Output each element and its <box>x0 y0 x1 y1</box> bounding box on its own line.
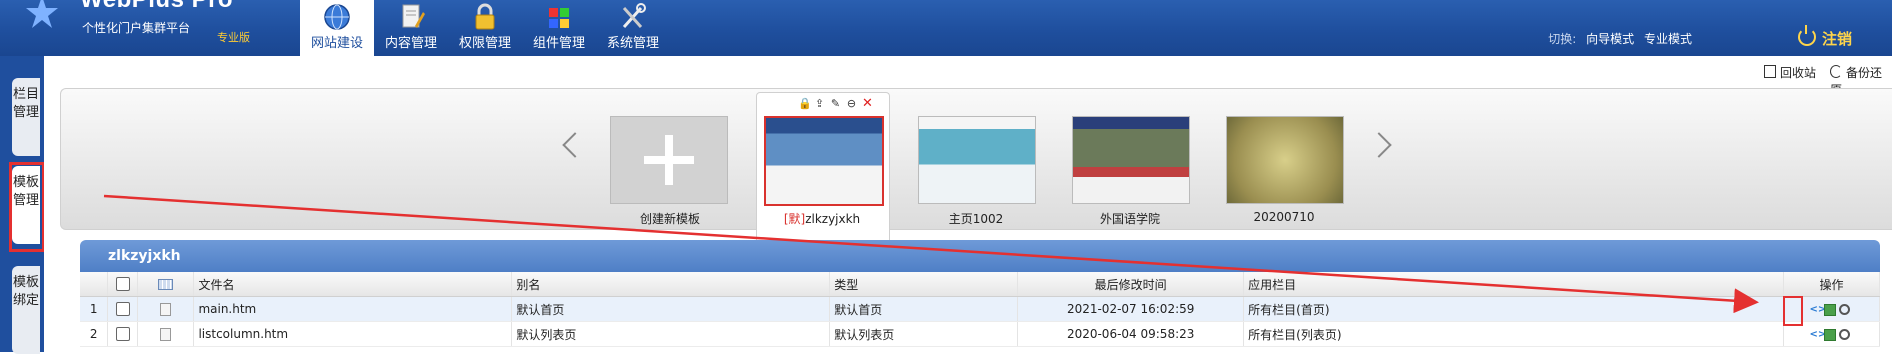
file-panel-header: zlkzyjxkh <box>80 240 1880 272</box>
template-name: zlkzyjxkh <box>805 212 861 226</box>
nav-label: 组件管理 <box>532 36 585 51</box>
search-icon[interactable] <box>1839 329 1851 340</box>
search-icon[interactable] <box>1839 304 1851 315</box>
recycle-bin-button[interactable]: 回收站 <box>1764 64 1816 81</box>
template-caption: 创建新模板 <box>639 212 700 226</box>
export-icon[interactable]: ⇪ <box>814 98 825 109</box>
table-row[interactable]: 2 listcolumn.htm 默认列表页 默认列表页 2020-06-04 … <box>80 321 1881 347</box>
disable-icon[interactable]: ⊖ <box>846 98 857 109</box>
app-header: WebPlus Pro 个性化门户集群平台 专业版 网站建设 内容管理 权限管理… <box>0 0 1892 56</box>
file-type: 默认首页 <box>829 296 1019 322</box>
template-thumbnail <box>764 116 884 206</box>
plus-icon <box>610 116 728 204</box>
applied-column: 所有栏目(首页) <box>1243 296 1784 322</box>
file-icon <box>137 296 195 322</box>
logo-icon <box>26 0 58 28</box>
trash-icon <box>1764 65 1776 78</box>
logout-label: 注销 <box>1821 30 1852 48</box>
template-actions: 🔒 ⇪ ✎ ⊖ ✕ <box>798 96 878 110</box>
column-header[interactable]: 文件名 <box>193 272 513 297</box>
close-icon[interactable]: ✕ <box>862 97 873 110</box>
column-header[interactable]: 应用栏目 <box>1243 272 1784 297</box>
template-tile[interactable] <box>918 116 1036 206</box>
create-template-tile[interactable] <box>610 116 728 206</box>
mode-label: 切换: <box>1548 32 1577 46</box>
wizard-mode-link[interactable]: 向导模式 <box>1586 32 1634 46</box>
column-header[interactable]: 类型 <box>829 272 1019 297</box>
template-thumbnail <box>918 116 1036 204</box>
modified-time: 2020-06-04 09:58:23 <box>1017 321 1245 347</box>
document-edit-icon <box>402 4 425 28</box>
panel-title: zlkzyjxkh <box>108 248 181 264</box>
pencil-icon[interactable]: ✎ <box>830 98 841 109</box>
tab-template-bind[interactable]: 模板绑定 <box>12 266 40 354</box>
template-caption: 外国语学院 <box>1099 212 1160 226</box>
refresh-icon <box>1830 65 1842 78</box>
template-tile[interactable] <box>1226 116 1344 206</box>
annotation-highlight-box <box>9 162 45 252</box>
template-caption: 20200710 <box>1253 210 1315 224</box>
tools-icon <box>622 3 646 29</box>
brand-subtitle: 个性化门户集群平台 <box>82 21 191 35</box>
template-tile-default[interactable] <box>764 116 884 206</box>
template-tile[interactable] <box>1072 116 1190 206</box>
nav-system[interactable]: 系统管理 <box>596 0 670 56</box>
template-caption: 主页1002 <box>948 212 1004 226</box>
table-row[interactable]: 1 main.htm 默认首页 默认首页 2021-02-07 16:02:59… <box>80 296 1881 322</box>
power-icon <box>1797 25 1816 46</box>
template-thumbnail <box>1072 116 1190 204</box>
globe-icon <box>324 4 350 30</box>
file-name[interactable]: listcolumn.htm <box>193 321 513 347</box>
file-name[interactable]: main.htm <box>193 296 513 322</box>
edit-icon[interactable] <box>1824 328 1837 341</box>
logout-button[interactable]: 注销 <box>1797 25 1852 49</box>
edit-icon[interactable] <box>1824 303 1837 316</box>
table-header-row: 文件名 别名 类型 最后修改时间 应用栏目 操作 <box>80 272 1881 297</box>
tab-column-manage[interactable]: 栏目管理 <box>12 78 40 156</box>
row-number-header <box>80 272 109 297</box>
file-alias: 默认列表页 <box>511 321 831 347</box>
file-type: 默认列表页 <box>829 321 1019 347</box>
edition-badge: 专业版 <box>217 31 250 44</box>
nav-content[interactable]: 内容管理 <box>374 0 448 56</box>
pro-mode-link[interactable]: 专业模式 <box>1644 32 1692 46</box>
row-checkbox[interactable] <box>107 296 139 322</box>
annotation-highlight-box <box>1783 296 1803 326</box>
nav-label: 网站建设 <box>310 36 363 51</box>
default-tag: [默] <box>783 212 806 226</box>
nav-label: 系统管理 <box>606 36 659 51</box>
nav-components[interactable]: 组件管理 <box>522 0 596 56</box>
lock-icon[interactable]: 🔒 <box>798 98 812 109</box>
components-icon <box>549 8 569 28</box>
row-checkbox[interactable] <box>107 321 139 347</box>
row-number: 1 <box>80 296 109 322</box>
nav-label: 内容管理 <box>384 36 437 51</box>
lock-icon <box>475 3 495 30</box>
grid-view-icon[interactable] <box>137 272 195 297</box>
column-header: 操作 <box>1783 272 1881 297</box>
column-header[interactable]: 最后修改时间 <box>1017 272 1245 297</box>
select-all-checkbox[interactable] <box>107 272 139 297</box>
template-file-table: 文件名 别名 类型 最后修改时间 应用栏目 操作 1 main.htm 默认首页… <box>80 272 1881 347</box>
row-number: 2 <box>80 321 109 347</box>
mode-switch: 切换: 向导模式 专业模式 <box>1542 30 1692 47</box>
column-header[interactable]: 别名 <box>511 272 831 297</box>
modified-time: 2021-02-07 16:02:59 <box>1017 296 1245 322</box>
applied-column: 所有栏目(列表页) <box>1243 321 1784 347</box>
nav-permission[interactable]: 权限管理 <box>448 0 522 56</box>
file-icon <box>137 321 195 347</box>
recycle-label: 回收站 <box>1780 66 1817 80</box>
nav-site-build[interactable]: 网站建设 <box>300 0 374 56</box>
preview-icon[interactable]: <> <box>1809 329 1826 341</box>
file-alias: 默认首页 <box>511 296 831 322</box>
template-caption: [默]zlkzyjxkh <box>752 210 892 227</box>
preview-icon[interactable]: <> <box>1809 304 1826 316</box>
brand-title: WebPlus Pro <box>80 0 233 14</box>
nav-label: 权限管理 <box>458 36 511 51</box>
template-thumbnail <box>1226 116 1344 204</box>
